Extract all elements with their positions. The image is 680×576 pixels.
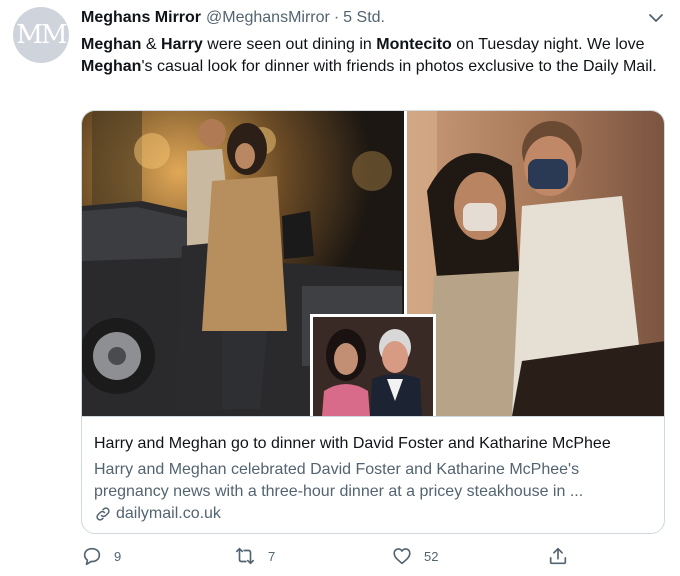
author-name[interactable]: Meghans Mirror (81, 9, 201, 27)
card-photo-collage (82, 111, 664, 416)
chevron-down-icon (649, 14, 663, 22)
separator-dot: · (333, 9, 340, 26)
more-options-button[interactable] (646, 10, 666, 26)
card-title[interactable]: Harry and Meghan go to dinner with David… (94, 435, 611, 453)
reply-button[interactable]: 9 (81, 545, 121, 567)
highlighted-term: Montecito (376, 36, 452, 53)
link-icon (96, 507, 110, 521)
like-button[interactable]: 52 (391, 545, 438, 567)
highlighted-term: Meghan (81, 36, 142, 53)
text-run: were seen out dining in (202, 36, 377, 53)
share-icon (549, 547, 567, 565)
highlighted-term: Meghan (81, 58, 142, 75)
link-card[interactable]: Harry and Meghan go to dinner with David… (81, 110, 665, 534)
heart-icon (393, 548, 411, 565)
avatar[interactable]: MM (13, 7, 69, 63)
like-count: 52 (424, 548, 439, 564)
highlighted-term: Harry (161, 36, 203, 53)
tweet-text: Meghan & Harry were seen out dining in M… (81, 34, 666, 78)
card-domain: dailymail.co.uk (116, 505, 221, 522)
card-info[interactable]: Harry and Meghan go to dinner with David… (82, 416, 664, 533)
retweet-count: 7 (268, 548, 276, 564)
text-run: & (141, 36, 162, 53)
card-link[interactable]: dailymail.co.uk (94, 505, 221, 523)
card-description: Harry and Meghan celebrated David Foster… (94, 461, 584, 500)
tweet-actions: 9 7 52 (81, 545, 581, 569)
tweet-header: Meghans Mirror @MeghansMirror · 5 Std. (81, 9, 385, 31)
reply-count: 9 (114, 548, 122, 564)
text-run: on Tuesday night. We love (451, 36, 645, 53)
card-image[interactable] (82, 111, 664, 416)
retweet-icon (235, 547, 255, 565)
tweet-timestamp[interactable]: 5 Std. (343, 9, 385, 27)
share-button[interactable] (547, 545, 580, 567)
tweet[interactable]: MM Meghans Mirror @MeghansMirror · 5 Std… (0, 0, 680, 576)
text-run: 's casual look for dinner with friends i… (141, 58, 657, 75)
reply-icon (83, 547, 101, 566)
author-handle[interactable]: @MeghansMirror (206, 9, 330, 27)
retweet-button[interactable]: 7 (233, 545, 275, 567)
avatar-monogram: MM (16, 20, 67, 50)
